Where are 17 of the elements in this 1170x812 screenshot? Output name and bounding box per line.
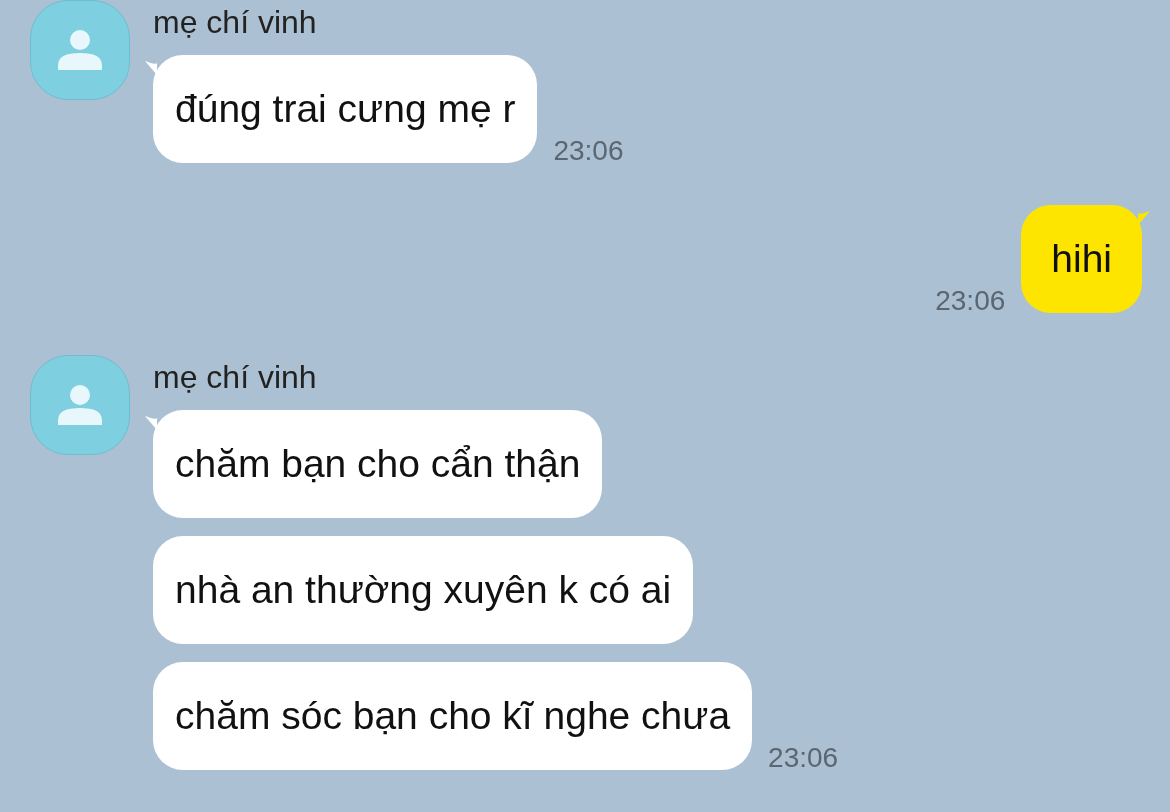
message-bubble[interactable]: chăm bạn cho cẩn thận [153,410,603,518]
timestamp: 23:06 [768,742,839,774]
sender-name: mẹ chí vinh [153,358,317,397]
person-icon [58,385,102,425]
bubble-tail-icon [1138,211,1150,225]
person-icon [58,30,102,70]
sender-name: mẹ chí vinh [153,3,317,42]
timestamp: 23:06 [935,285,1006,317]
bubble-tail-icon [145,61,157,75]
message-bubble[interactable]: nhà an thường xuyên k có ai [153,536,694,644]
message-bubble[interactable]: hihi [1021,205,1142,313]
message-bubble[interactable]: đúng trai cưng mẹ r [153,55,538,163]
timestamp: 23:06 [553,135,624,167]
avatar[interactable] [30,0,130,100]
bubble-tail-icon [145,416,157,430]
message-bubble[interactable]: chăm sóc bạn cho kĩ nghe chưa [153,662,753,770]
avatar[interactable] [30,355,130,455]
